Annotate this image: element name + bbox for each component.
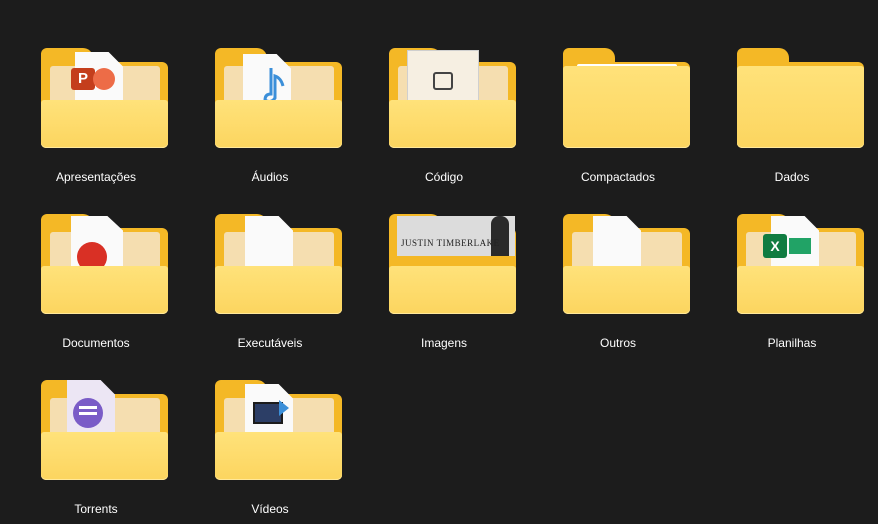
folder-executaveis[interactable]: Executáveis — [183, 186, 357, 352]
folder-icon: JUSTIN TIMBERLAKE — [379, 190, 516, 314]
folder-label: Apresentações — [55, 170, 137, 184]
folder-outros[interactable]: Outros — [531, 186, 705, 352]
folder-label: Documentos — [62, 336, 130, 350]
folder-imagens[interactable]: JUSTIN TIMBERLAKE Imagens — [357, 186, 531, 352]
folder-label: Outros — [599, 336, 636, 350]
folder-label: Imagens — [420, 336, 468, 350]
folder-compactados[interactable]: Compactados — [531, 20, 705, 186]
folder-label: Dados — [774, 170, 810, 184]
folder-icon — [553, 190, 690, 314]
folder-grid: P Apresentações Áudios Código Compactado… — [0, 0, 878, 524]
folder-icon — [727, 24, 864, 148]
folder-codigo[interactable]: Código — [357, 20, 531, 186]
folder-apresentacoes[interactable]: P Apresentações — [9, 20, 183, 186]
folder-audios[interactable]: Áudios — [183, 20, 357, 186]
folder-label: Torrents — [74, 502, 118, 516]
folder-icon: P — [31, 24, 168, 148]
empty-folder-icon — [737, 66, 864, 148]
folder-icon — [31, 190, 168, 314]
folder-icon — [205, 190, 342, 314]
folder-icon — [205, 24, 342, 148]
folder-icon — [379, 24, 516, 148]
folder-icon — [31, 356, 168, 480]
folder-documentos[interactable]: Documentos — [9, 186, 183, 352]
folder-label: Código — [424, 170, 464, 184]
folder-label: Compactados — [580, 170, 656, 184]
thumbnail-caption: JUSTIN TIMBERLAKE — [401, 238, 500, 248]
folder-icon: X — [727, 190, 864, 314]
folder-label: Áudios — [251, 170, 289, 184]
folder-label: Vídeos — [251, 502, 289, 516]
folder-videos[interactable]: Vídeos — [183, 352, 357, 518]
folder-planilhas[interactable]: X Planilhas — [705, 186, 878, 352]
folder-label: Executáveis — [237, 336, 303, 350]
folder-icon — [205, 356, 342, 480]
folder-dados[interactable]: Dados — [705, 20, 878, 186]
folder-label: Planilhas — [767, 336, 817, 350]
folder-torrents[interactable]: Torrents — [9, 352, 183, 518]
folder-icon — [553, 24, 690, 148]
